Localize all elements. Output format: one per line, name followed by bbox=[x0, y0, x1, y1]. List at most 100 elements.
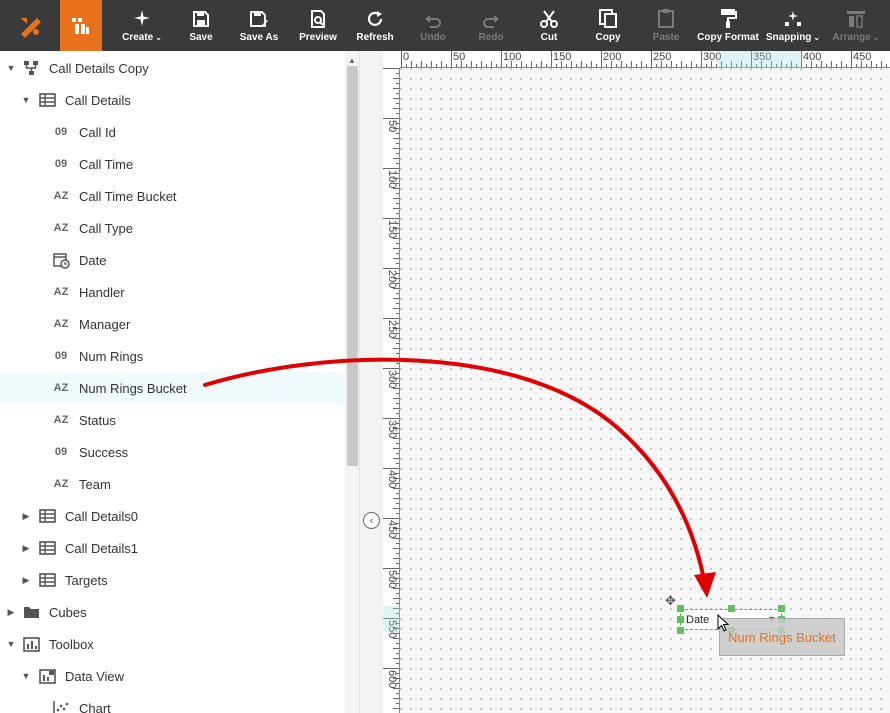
dashboard-logo-icon[interactable] bbox=[60, 0, 102, 51]
type-badge: AZ bbox=[53, 190, 69, 202]
tree-item-call-time[interactable]: 09 Call Time bbox=[0, 148, 345, 180]
scissors-icon bbox=[540, 0, 558, 30]
ruler-tick bbox=[383, 668, 399, 669]
ruler-tick bbox=[396, 403, 399, 404]
expanded-caret-icon[interactable]: ▼ bbox=[6, 63, 16, 73]
type-badge: AZ bbox=[53, 286, 69, 298]
collapsed-caret-icon[interactable]: ▶ bbox=[21, 511, 31, 522]
expanded-caret-icon[interactable]: ▼ bbox=[6, 639, 16, 649]
tree-item-num-rings-bucket[interactable]: AZ Num Rings Bucket bbox=[0, 372, 345, 404]
copy-button[interactable]: Copy bbox=[576, 0, 640, 51]
tree-item-call-details0[interactable]: ▶ Call Details0 bbox=[0, 500, 345, 532]
tree-item-toolbox[interactable]: ▼ Toolbox bbox=[0, 628, 345, 660]
tree-item-label: Call Details1 bbox=[65, 540, 138, 556]
ruler-tick bbox=[393, 98, 399, 99]
ruler-tick bbox=[396, 693, 399, 694]
ruler-tick bbox=[393, 208, 399, 209]
ruler-tick bbox=[526, 64, 527, 67]
ruler-tick bbox=[701, 51, 702, 67]
text-type-icon: AZ bbox=[50, 188, 72, 204]
ruler-tick bbox=[393, 558, 399, 559]
move-handle-icon[interactable]: ✥ bbox=[665, 593, 676, 609]
ruler-tick bbox=[396, 203, 399, 204]
collapsed-caret-icon[interactable]: ▶ bbox=[21, 575, 31, 586]
ruler-tick bbox=[581, 61, 582, 67]
table-icon bbox=[36, 572, 58, 588]
create-button[interactable]: Create ⌄ bbox=[110, 0, 174, 51]
ruler-tick bbox=[396, 103, 399, 104]
collapsed-caret-icon[interactable]: ▶ bbox=[21, 543, 31, 554]
ruler-tick bbox=[546, 64, 547, 67]
undo-button[interactable]: Undo bbox=[401, 0, 465, 51]
ruler-tick bbox=[396, 143, 399, 144]
tree-item-success[interactable]: 09 Success bbox=[0, 436, 345, 468]
copy-format-button[interactable]: Copy Format bbox=[696, 0, 760, 51]
cut-button[interactable]: Cut bbox=[517, 0, 581, 51]
tree-item-handler[interactable]: AZ Handler bbox=[0, 276, 345, 308]
tree-scrollbar-thumb[interactable] bbox=[347, 66, 358, 466]
cut-label: Cut bbox=[540, 32, 558, 43]
arrange-icon bbox=[846, 0, 866, 30]
tree-item-label: Call Id bbox=[79, 124, 116, 140]
resize-handle-n[interactable] bbox=[728, 605, 735, 612]
type-badge: 09 bbox=[54, 350, 68, 362]
tree-item-team[interactable]: AZ Team bbox=[0, 468, 345, 500]
arrange-button[interactable]: Arrange ⌄ bbox=[824, 0, 888, 51]
snapping-button[interactable]: Snapping ⌄ bbox=[761, 0, 825, 51]
ruler-tick bbox=[471, 61, 472, 67]
ruler-tick bbox=[636, 64, 637, 67]
tree-item-call-type[interactable]: AZ Call Type bbox=[0, 212, 345, 244]
ruler-tick bbox=[446, 64, 447, 67]
ruler-tick bbox=[383, 468, 399, 469]
ruler-tick bbox=[396, 163, 399, 164]
collapse-panel-icon[interactable]: ‹ bbox=[363, 512, 380, 529]
chevron-down-icon: ⌄ bbox=[155, 33, 162, 42]
collapsed-caret-icon[interactable]: ▶ bbox=[6, 607, 16, 618]
preview-button[interactable]: Preview bbox=[286, 0, 350, 51]
resize-handle-sw[interactable] bbox=[677, 627, 684, 634]
app-logo-icon[interactable] bbox=[8, 0, 53, 51]
expanded-caret-icon[interactable]: ▼ bbox=[21, 95, 31, 105]
tree-item-chart[interactable]: Chart bbox=[0, 692, 345, 713]
ruler-tick bbox=[393, 198, 399, 199]
type-badge: AZ bbox=[53, 382, 69, 394]
paste-button[interactable]: Paste bbox=[634, 0, 698, 51]
tree-item-status[interactable]: AZ Status bbox=[0, 404, 345, 436]
expanded-caret-icon[interactable]: ▼ bbox=[21, 671, 31, 681]
save-as-button[interactable]: Save As bbox=[227, 0, 291, 51]
ruler-tick bbox=[591, 61, 592, 67]
refresh-button[interactable]: Refresh bbox=[343, 0, 407, 51]
redo-button[interactable]: Redo bbox=[459, 0, 523, 51]
ruler-tick bbox=[393, 598, 399, 599]
tree-item-call-details-copy[interactable]: ▼ Call Details Copy bbox=[0, 52, 345, 84]
ruler-tick bbox=[393, 498, 399, 499]
ruler-tick bbox=[881, 61, 882, 67]
tree-item-manager[interactable]: AZ Manager bbox=[0, 308, 345, 340]
design-canvas[interactable] bbox=[383, 51, 890, 713]
scroll-up-icon[interactable]: ▲ bbox=[348, 56, 356, 65]
resize-handle-ne[interactable] bbox=[778, 605, 785, 612]
tree-item-cubes[interactable]: ▶ Cubes bbox=[0, 596, 345, 628]
tree-item-call-details1[interactable]: ▶ Call Details1 bbox=[0, 532, 345, 564]
ruler-tick bbox=[396, 113, 399, 114]
save-button[interactable]: Save bbox=[169, 0, 233, 51]
text-type-icon: AZ bbox=[50, 284, 72, 300]
resize-handle-w[interactable] bbox=[677, 616, 684, 623]
tree-item-num-rings[interactable]: 09 Num Rings bbox=[0, 340, 345, 372]
tree-item-call-details[interactable]: ▼ Call Details bbox=[0, 84, 345, 116]
ruler-label: 150 bbox=[386, 220, 398, 239]
ruler-tick bbox=[396, 193, 399, 194]
ruler-label: 50 bbox=[453, 51, 466, 63]
ruler-label: 150 bbox=[553, 51, 572, 63]
tree-item-call-id[interactable]: 09 Call Id bbox=[0, 116, 345, 148]
ruler-tick bbox=[396, 513, 399, 514]
ruler-tick bbox=[551, 51, 552, 67]
tree-item-data-view[interactable]: ▼ Data View bbox=[0, 660, 345, 692]
table-icon bbox=[36, 540, 58, 556]
ruler-tick bbox=[396, 393, 399, 394]
tree-item-call-time-bucket[interactable]: AZ Call Time Bucket bbox=[0, 180, 345, 212]
tree-item-targets[interactable]: ▶ Targets bbox=[0, 564, 345, 596]
tree-item-date[interactable]: Date bbox=[0, 244, 345, 276]
ruler-tick bbox=[851, 51, 852, 67]
resize-handle-nw[interactable] bbox=[677, 605, 684, 612]
